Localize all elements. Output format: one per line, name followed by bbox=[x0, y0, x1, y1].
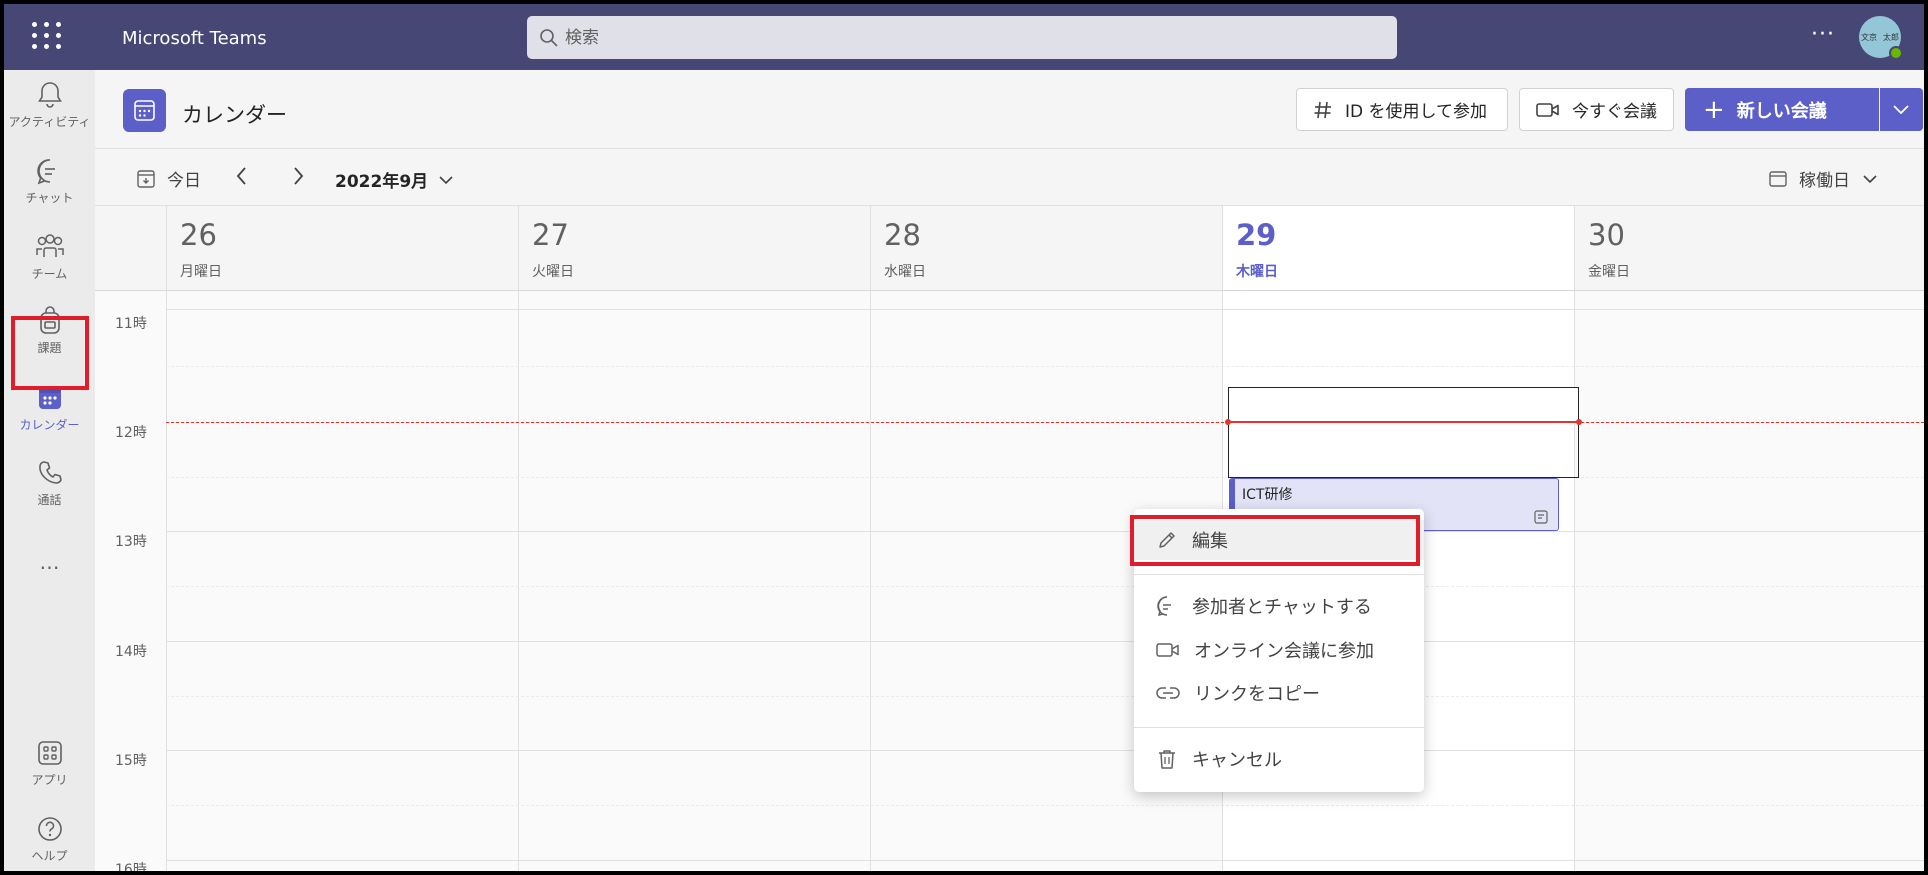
selected-time-slot-lower[interactable] bbox=[1228, 423, 1579, 478]
day-column[interactable] bbox=[518, 291, 870, 871]
current-time-dot bbox=[1576, 419, 1582, 425]
selected-time-slot[interactable] bbox=[1228, 387, 1579, 423]
time-grid: 11時 12時 13時 14時 15時 16時 ICT研修 bbox=[95, 290, 1924, 871]
calendar-grid: 26 月曜日 27 火曜日 28 水曜日 29 木曜日 30 金曜日 11時 1… bbox=[95, 205, 1924, 871]
chevron-left-icon bbox=[236, 167, 246, 185]
edit-highlight-box bbox=[1130, 515, 1420, 566]
current-time-line-today bbox=[1228, 421, 1579, 423]
today-button[interactable]: 今日 bbox=[137, 166, 201, 191]
calendar-today-icon bbox=[137, 169, 155, 188]
hour-label: 13時 bbox=[115, 534, 147, 550]
previous-week-button[interactable] bbox=[235, 166, 249, 190]
day-header[interactable]: 26 月曜日 bbox=[166, 206, 518, 290]
day-header-today[interactable]: 29 木曜日 bbox=[1222, 206, 1574, 290]
next-week-button[interactable] bbox=[291, 166, 305, 190]
calendar-highlight-box bbox=[11, 316, 89, 390]
help-icon bbox=[37, 817, 62, 841]
rail-item-calls[interactable]: 通話 bbox=[4, 450, 95, 520]
month-picker-button[interactable]: 2022年9月 bbox=[335, 167, 454, 192]
teams-icon bbox=[35, 234, 64, 257]
hour-label: 14時 bbox=[115, 644, 147, 660]
hour-label: 11時 bbox=[115, 316, 147, 332]
rail-item-help[interactable]: ヘルプ bbox=[4, 806, 95, 871]
search-icon bbox=[540, 29, 558, 47]
link-icon bbox=[1156, 687, 1180, 699]
day-header[interactable]: 28 水曜日 bbox=[870, 206, 1222, 290]
more-options-icon[interactable]: ··· bbox=[1811, 22, 1835, 47]
calendar-app-icon bbox=[123, 89, 166, 132]
rail-item-activity[interactable]: アクティビティ bbox=[4, 72, 95, 142]
chevron-down-icon bbox=[1893, 105, 1909, 115]
video-camera-icon bbox=[1156, 643, 1179, 657]
avatar[interactable]: 文京 太郎 bbox=[1859, 16, 1903, 60]
join-with-id-button[interactable]: ID を使用して参加 bbox=[1296, 88, 1508, 131]
menu-item-chat-participants[interactable]: 参加者とチャットする bbox=[1134, 586, 1424, 626]
meet-now-button[interactable]: 今すぐ会議 bbox=[1519, 88, 1674, 131]
chevron-down-icon bbox=[1863, 174, 1877, 183]
day-column[interactable] bbox=[1574, 291, 1924, 871]
chat-icon bbox=[1157, 596, 1171, 617]
hour-label: 16時 bbox=[115, 862, 147, 871]
search-box[interactable] bbox=[527, 16, 1397, 59]
hour-label: 12時 bbox=[115, 425, 147, 441]
search-input[interactable] bbox=[565, 20, 1365, 55]
menu-item-cancel-meeting[interactable]: キャンセル bbox=[1134, 739, 1424, 779]
menu-item-join-online[interactable]: オンライン会議に参加 bbox=[1134, 630, 1424, 670]
rail-item-chat[interactable]: チャット bbox=[4, 148, 95, 218]
day-column[interactable] bbox=[166, 291, 518, 871]
current-time-dot bbox=[1225, 419, 1231, 425]
video-camera-icon bbox=[1536, 102, 1559, 117]
app-launcher-icon[interactable] bbox=[30, 18, 64, 52]
phone-icon bbox=[38, 461, 62, 484]
teams-window: Microsoft Teams ··· 文京 太郎 アクティビティ チャット チ… bbox=[4, 4, 1924, 871]
rail-item-teams[interactable]: チーム bbox=[4, 224, 95, 294]
more-apps-icon[interactable]: … bbox=[4, 550, 95, 574]
top-bar: Microsoft Teams ··· 文京 太郎 bbox=[4, 4, 1924, 70]
workweek-view-icon bbox=[1769, 170, 1787, 187]
new-meeting-dropdown-button[interactable] bbox=[1880, 88, 1923, 131]
chat-icon bbox=[36, 159, 55, 185]
bell-icon bbox=[37, 82, 62, 108]
hashtag-icon bbox=[1314, 101, 1331, 118]
day-header[interactable]: 30 金曜日 bbox=[1574, 206, 1924, 290]
current-time-line bbox=[166, 422, 1924, 423]
rail-item-apps[interactable]: アプリ bbox=[4, 730, 95, 800]
new-meeting-button[interactable]: + 新しい会議 bbox=[1685, 88, 1879, 131]
trash-icon bbox=[1159, 750, 1175, 769]
view-switcher-button[interactable]: 稼働日 bbox=[1769, 166, 1878, 191]
meeting-notes-icon bbox=[1534, 509, 1548, 528]
chevron-down-icon bbox=[439, 175, 453, 184]
chevron-right-icon bbox=[294, 167, 304, 185]
app-title: Microsoft Teams bbox=[122, 28, 267, 49]
presence-available-icon bbox=[1889, 46, 1903, 60]
app-rail: アクティビティ チャット チーム 課題 カレンダー 通話 … アプリ ヘルプ bbox=[4, 70, 95, 871]
plus-icon: + bbox=[1703, 94, 1725, 125]
page-title: カレンダー bbox=[182, 103, 287, 127]
day-header[interactable]: 27 火曜日 bbox=[518, 206, 870, 290]
menu-item-copy-link[interactable]: リンクをコピー bbox=[1134, 673, 1424, 713]
apps-icon bbox=[37, 741, 62, 765]
hour-label: 15時 bbox=[115, 753, 147, 769]
calendar-nav-bar: 今日 2022年9月 稼働日 bbox=[95, 148, 1924, 205]
